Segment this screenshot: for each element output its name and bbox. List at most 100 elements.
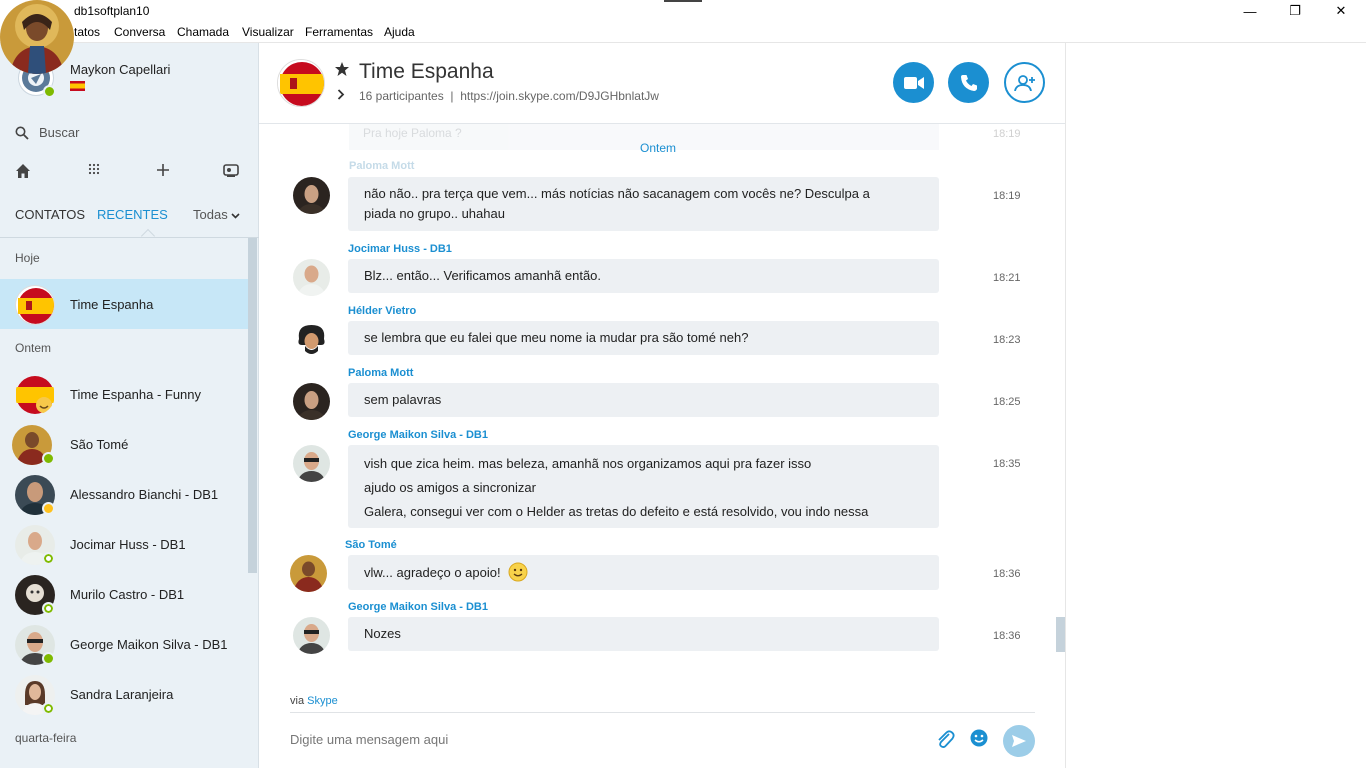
chevron-down-icon <box>231 213 240 219</box>
menu-help[interactable]: Ajuda <box>384 25 415 39</box>
dialpad-icon[interactable] <box>88 163 100 182</box>
message-line: piada no grupo.. uhahau <box>364 206 505 221</box>
maximize-button[interactable]: ❐ <box>1272 0 1318 22</box>
recent-item-time-espanha[interactable]: Time Espanha <box>0 279 248 329</box>
conversation-avatar[interactable] <box>277 59 325 107</box>
message-avatar[interactable] <box>293 617 330 654</box>
tab-indicator <box>140 228 156 244</box>
message-time: 18:23 <box>993 334 1021 346</box>
recent-item-sao-tome[interactable]: São Tomé <box>0 419 248 469</box>
via-link[interactable]: Skype <box>307 695 338 707</box>
sidebar-scrollbar[interactable] <box>248 238 257 573</box>
filter-label: Todas <box>193 207 228 222</box>
menu-contacts[interactable]: tatos <box>74 25 100 39</box>
message-line: vish que zica heim. mas beleza, amanhã n… <box>364 456 812 471</box>
menu-tools[interactable]: Ferramentas <box>305 25 373 39</box>
add-person-icon <box>1013 74 1035 91</box>
chat-scrollbar[interactable] <box>1056 617 1065 652</box>
status-offline <box>42 702 55 715</box>
status-online <box>42 452 55 465</box>
search-box[interactable]: Buscar <box>15 125 79 140</box>
my-status-online <box>43 85 56 98</box>
message-bubble[interactable]: não não.. pra terça que vem... más notíc… <box>348 177 939 231</box>
conversation-header: Time Espanha 16 participantes | https://… <box>259 43 1065 124</box>
message-author[interactable]: Paloma Mott <box>348 367 413 379</box>
recent-item-alessandro-bianchi[interactable]: Alessandro Bianchi - DB1 <box>0 469 248 519</box>
participants-count[interactable]: 16 participantes <box>359 89 444 103</box>
message-avatar[interactable] <box>290 555 327 592</box>
via-text: via <box>290 695 305 707</box>
recent-item-george-maikon-silva[interactable]: George Maikon Silva - DB1 <box>0 619 248 669</box>
message-author[interactable]: George Maikon Silva - DB1 <box>348 601 488 613</box>
tab-recent[interactable]: RECENTES <box>97 207 168 222</box>
faded-message-text: Pra hoje Paloma ? <box>363 126 462 140</box>
message-bubble[interactable]: sem palavras <box>348 383 939 417</box>
message-avatar[interactable] <box>293 383 330 420</box>
contact-name: Time Espanha <box>70 297 154 312</box>
group-avatar <box>15 285 55 325</box>
message-bubble[interactable]: se lembra que eu falei que meu nome ia m… <box>348 321 939 355</box>
message-time: 18:25 <box>993 396 1021 408</box>
add-icon[interactable] <box>156 163 170 182</box>
menu-conversation[interactable]: Conversa <box>114 25 165 39</box>
message-author[interactable]: Jocimar Huss - DB1 <box>348 243 452 255</box>
message-bubble[interactable]: Blz... então... Verificamos amanhã então… <box>348 259 939 293</box>
recent-item-murilo-castro[interactable]: Murilo Castro - DB1 <box>0 569 248 619</box>
message-list: Pra hoje Paloma ? 18:19 Ontem Paloma Mot… <box>259 124 1065 654</box>
message-author[interactable]: George Maikon Silva - DB1 <box>348 429 488 441</box>
recent-item-time-espanha-funny[interactable]: Time Espanha - Funny <box>0 369 248 419</box>
message-bubble[interactable]: vish que zica heim. mas beleza, amanhã n… <box>348 445 939 528</box>
chevron-right-icon[interactable] <box>337 87 345 103</box>
message-line: se lembra que eu falei que meu nome ia m… <box>364 330 749 345</box>
phone-icon <box>960 74 977 91</box>
video-camera-icon <box>903 76 924 89</box>
sidebar: Maykon Capellari Buscar CONTATOS RECENTE… <box>0 43 259 768</box>
message-bubble[interactable]: vlw... agradeço o apoio! <box>348 555 939 590</box>
message-line: Blz... então... Verificamos amanhã então… <box>364 268 602 283</box>
video-call-button[interactable] <box>893 62 934 103</box>
message-avatar[interactable] <box>293 321 330 358</box>
contacts-book-icon[interactable] <box>222 163 240 184</box>
audio-call-button[interactable] <box>948 62 989 103</box>
message-avatar[interactable] <box>293 177 330 214</box>
message-line: Galera, consegui ver com o Helder as tre… <box>364 504 869 519</box>
conversation-title[interactable]: Time Espanha <box>359 60 494 84</box>
my-name[interactable]: Maykon Capellari <box>70 62 170 77</box>
close-button[interactable]: ✕ <box>1318 0 1364 22</box>
right-panel <box>1065 43 1366 768</box>
contact-name: Sandra Laranjeira <box>70 687 174 702</box>
recent-item-jocimar-huss[interactable]: Jocimar Huss - DB1 <box>0 519 248 569</box>
join-link[interactable]: https://join.skype.com/D9JGHbnlatJw <box>460 89 659 103</box>
contact-name: Time Espanha - Funny <box>70 387 202 402</box>
status-offline <box>42 602 55 615</box>
tab-divider <box>0 237 259 238</box>
drag-handle[interactable] <box>664 0 702 2</box>
sidebar-nav <box>0 163 259 187</box>
filter-dropdown[interactable]: Todas <box>193 207 240 222</box>
message-avatar[interactable] <box>293 445 330 482</box>
profile-picture[interactable] <box>0 0 74 74</box>
contact-name: São Tomé <box>70 437 129 452</box>
message-author[interactable]: Hélder Vietro <box>348 305 416 317</box>
section-today: Hoje <box>15 251 40 265</box>
attach-file-icon[interactable] <box>935 728 955 753</box>
home-icon[interactable] <box>15 163 31 184</box>
recent-item-sandra-laranjeira[interactable]: Sandra Laranjeira <box>0 669 248 719</box>
add-participant-button[interactable] <box>1004 62 1045 103</box>
message-time: 18:35 <box>993 458 1021 470</box>
menu-view[interactable]: Visualizar <box>242 25 294 39</box>
message-line: vlw... agradeço o apoio! <box>364 565 501 580</box>
message-input[interactable]: Digite uma mensagem aqui <box>290 732 448 747</box>
smile-emoticon-icon <box>508 562 528 582</box>
send-icon <box>1012 735 1026 747</box>
tab-contacts[interactable]: CONTATOS <box>15 207 85 222</box>
message-bubble[interactable]: Nozes <box>348 617 939 651</box>
menu-call[interactable]: Chamada <box>177 25 229 39</box>
message-avatar[interactable] <box>293 259 330 296</box>
emoticon-picker-icon[interactable] <box>969 728 989 751</box>
message-author[interactable]: São Tomé <box>345 539 397 551</box>
favorite-star-icon[interactable] <box>334 61 350 82</box>
minimize-button[interactable]: — <box>1227 0 1273 22</box>
window-title: db1softplan10 <box>74 4 150 18</box>
send-button[interactable] <box>1003 725 1035 757</box>
